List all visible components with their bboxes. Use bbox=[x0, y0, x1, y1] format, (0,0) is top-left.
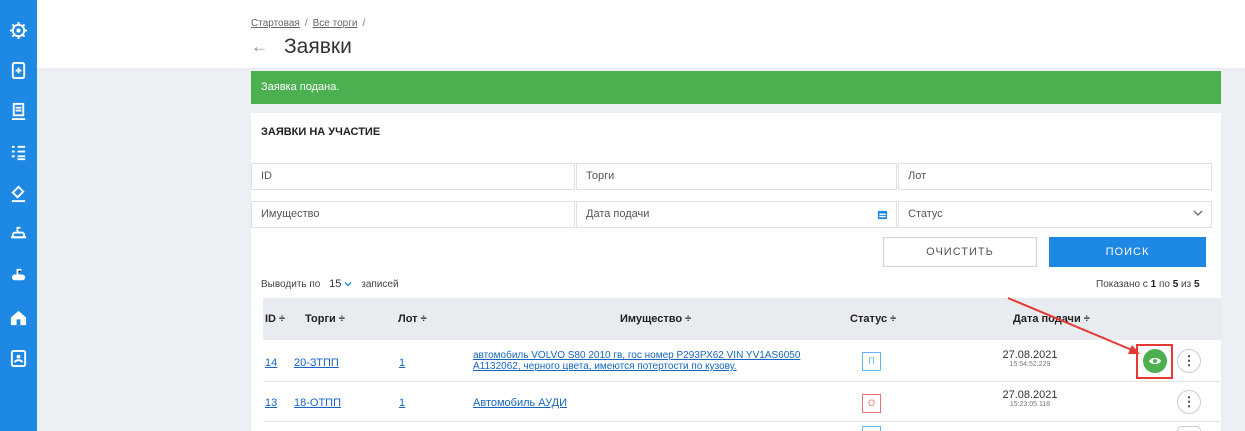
more-actions-icon[interactable]: ⋮ bbox=[1177, 390, 1201, 414]
shown-to: 5 bbox=[1172, 279, 1179, 290]
header-trades[interactable]: Торги ÷ bbox=[305, 313, 345, 325]
success-alert: Заявка подана. bbox=[251, 71, 1221, 104]
gear-icon[interactable] bbox=[9, 21, 28, 40]
trades-filter-placeholder: Торги bbox=[586, 170, 615, 182]
per-page-select[interactable]: 15 bbox=[329, 276, 352, 292]
highlight-box bbox=[1136, 344, 1173, 379]
document-icon[interactable] bbox=[9, 61, 28, 80]
page-title: Заявки bbox=[284, 35, 352, 58]
header-lot[interactable]: Лот ÷ bbox=[398, 313, 427, 325]
sidebar bbox=[0, 0, 37, 431]
row-divider bbox=[263, 421, 1221, 422]
header-property[interactable]: Имущество ÷ bbox=[620, 313, 691, 325]
row-property-line1[interactable]: Автомобиль АУДИ bbox=[473, 397, 567, 409]
more-actions-icon[interactable]: ⋮ bbox=[1177, 349, 1201, 373]
breadcrumb-separator: / bbox=[362, 18, 366, 29]
lot-filter-placeholder: Лот bbox=[908, 170, 927, 182]
row-property-line2[interactable]: A1132062, черного цвета, имеются потерто… bbox=[473, 361, 737, 372]
more-actions-partial bbox=[1177, 426, 1201, 431]
row-id-link[interactable]: 14 bbox=[265, 357, 277, 369]
breadcrumb: Стартовая / Все торги / bbox=[251, 18, 370, 29]
per-page-value: 15 bbox=[329, 278, 342, 290]
chevron-down-icon bbox=[344, 282, 352, 287]
shown-from: 1 bbox=[1150, 279, 1157, 290]
list-icon[interactable] bbox=[9, 143, 28, 162]
section-title: ЗАЯВКИ НА УЧАСТИЕ bbox=[261, 126, 381, 138]
status-badge-partial bbox=[862, 426, 881, 431]
row-date-value: 27.08.2021 bbox=[1002, 349, 1058, 361]
gavel-icon[interactable] bbox=[9, 184, 28, 203]
row-date: 27.08.2021 15:23:05.118 bbox=[985, 389, 1075, 408]
row-time-value: 15:54:52.229 bbox=[1009, 361, 1051, 368]
date-filter-input[interactable]: Дата подачи bbox=[576, 201, 897, 228]
status-badge: П bbox=[862, 352, 881, 371]
property-filter-placeholder: Имущество bbox=[261, 208, 320, 220]
shown-count: Показано с 1 по 5 из 5 bbox=[1096, 279, 1200, 290]
id-filter-input[interactable]: ID bbox=[251, 163, 575, 190]
per-page-suffix: записей bbox=[361, 279, 399, 290]
clear-button[interactable]: ОЧИСТИТЬ bbox=[883, 237, 1037, 267]
status-filter-placeholder: Статус bbox=[908, 208, 943, 220]
shown-of: из bbox=[1181, 279, 1192, 290]
row-lot-link[interactable]: 1 bbox=[399, 397, 405, 409]
id-filter-placeholder: ID bbox=[261, 170, 272, 182]
calendar-icon[interactable] bbox=[877, 202, 888, 230]
status-filter-select[interactable]: Статус bbox=[898, 201, 1212, 228]
date-filter-placeholder: Дата подачи bbox=[586, 208, 650, 220]
row-divider bbox=[263, 381, 1221, 382]
submarine-icon[interactable] bbox=[9, 224, 28, 243]
shown-prefix: Показано с bbox=[1096, 279, 1148, 290]
header-id[interactable]: ID ÷ bbox=[265, 313, 285, 325]
row-time-value: 15:23:05.118 bbox=[1009, 401, 1051, 408]
search-button[interactable]: ПОИСК bbox=[1049, 237, 1206, 267]
auction-hammer-icon[interactable] bbox=[9, 102, 28, 121]
breadcrumb-home[interactable]: Стартовая bbox=[251, 18, 300, 29]
property-filter-input[interactable]: Имущество bbox=[251, 201, 575, 228]
row-trade-link[interactable]: 20-ЗТПП bbox=[294, 357, 339, 369]
submarine-alt-icon[interactable] bbox=[9, 266, 28, 285]
row-property-line1[interactable]: автомобиль VOLVO S80 2010 гв, гос номер … bbox=[473, 350, 800, 361]
row-id-link[interactable]: 13 bbox=[265, 397, 277, 409]
breadcrumb-all-trades[interactable]: Все торги bbox=[313, 18, 358, 29]
row-trade-link[interactable]: 18-ОТПП bbox=[294, 397, 341, 409]
shown-mid: по bbox=[1158, 279, 1170, 290]
chevron-down-icon bbox=[1193, 202, 1203, 227]
shown-total: 5 bbox=[1194, 279, 1200, 290]
per-page-control: Выводить по 15 записей bbox=[261, 276, 399, 293]
lot-filter-input[interactable]: Лот bbox=[898, 163, 1212, 190]
house-icon[interactable] bbox=[9, 308, 28, 327]
applications-panel bbox=[251, 113, 1221, 431]
per-page-prefix: Выводить по bbox=[261, 279, 321, 290]
breadcrumb-separator: / bbox=[304, 18, 308, 29]
row-lot-link[interactable]: 1 bbox=[399, 357, 405, 369]
header-status[interactable]: Статус ÷ bbox=[850, 313, 896, 325]
back-arrow-icon[interactable]: ← bbox=[251, 37, 268, 57]
contacts-icon[interactable] bbox=[9, 349, 28, 368]
trades-filter-input[interactable]: Торги bbox=[576, 163, 897, 190]
status-badge: О bbox=[862, 394, 881, 413]
row-date-value: 27.08.2021 bbox=[1002, 389, 1058, 401]
row-date: 27.08.2021 15:54:52.229 bbox=[985, 349, 1075, 368]
header-date[interactable]: Дата подачи ÷ bbox=[1013, 313, 1090, 325]
